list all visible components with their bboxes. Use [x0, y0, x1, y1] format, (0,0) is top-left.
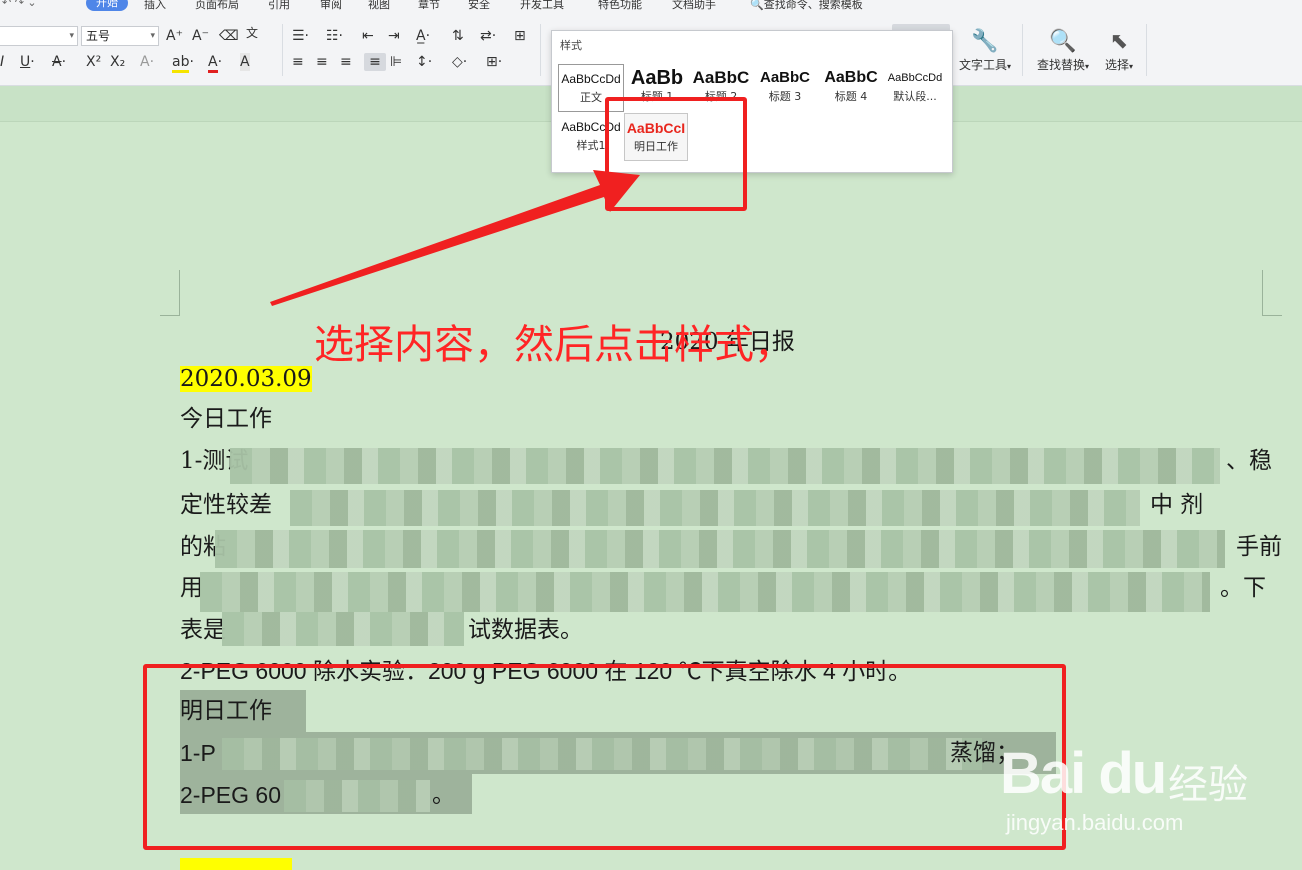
- baidu-watermark: Bai du 经验 jingyan.baidu.com: [1000, 730, 1300, 840]
- baidu-logo: Bai du: [1000, 741, 1167, 806]
- annotation-text: 选择内容，然后点击样式，: [314, 322, 794, 368]
- watermark-cn: 经验: [1168, 762, 1248, 808]
- watermark-url: jingyan.baidu.com: [1006, 810, 1184, 835]
